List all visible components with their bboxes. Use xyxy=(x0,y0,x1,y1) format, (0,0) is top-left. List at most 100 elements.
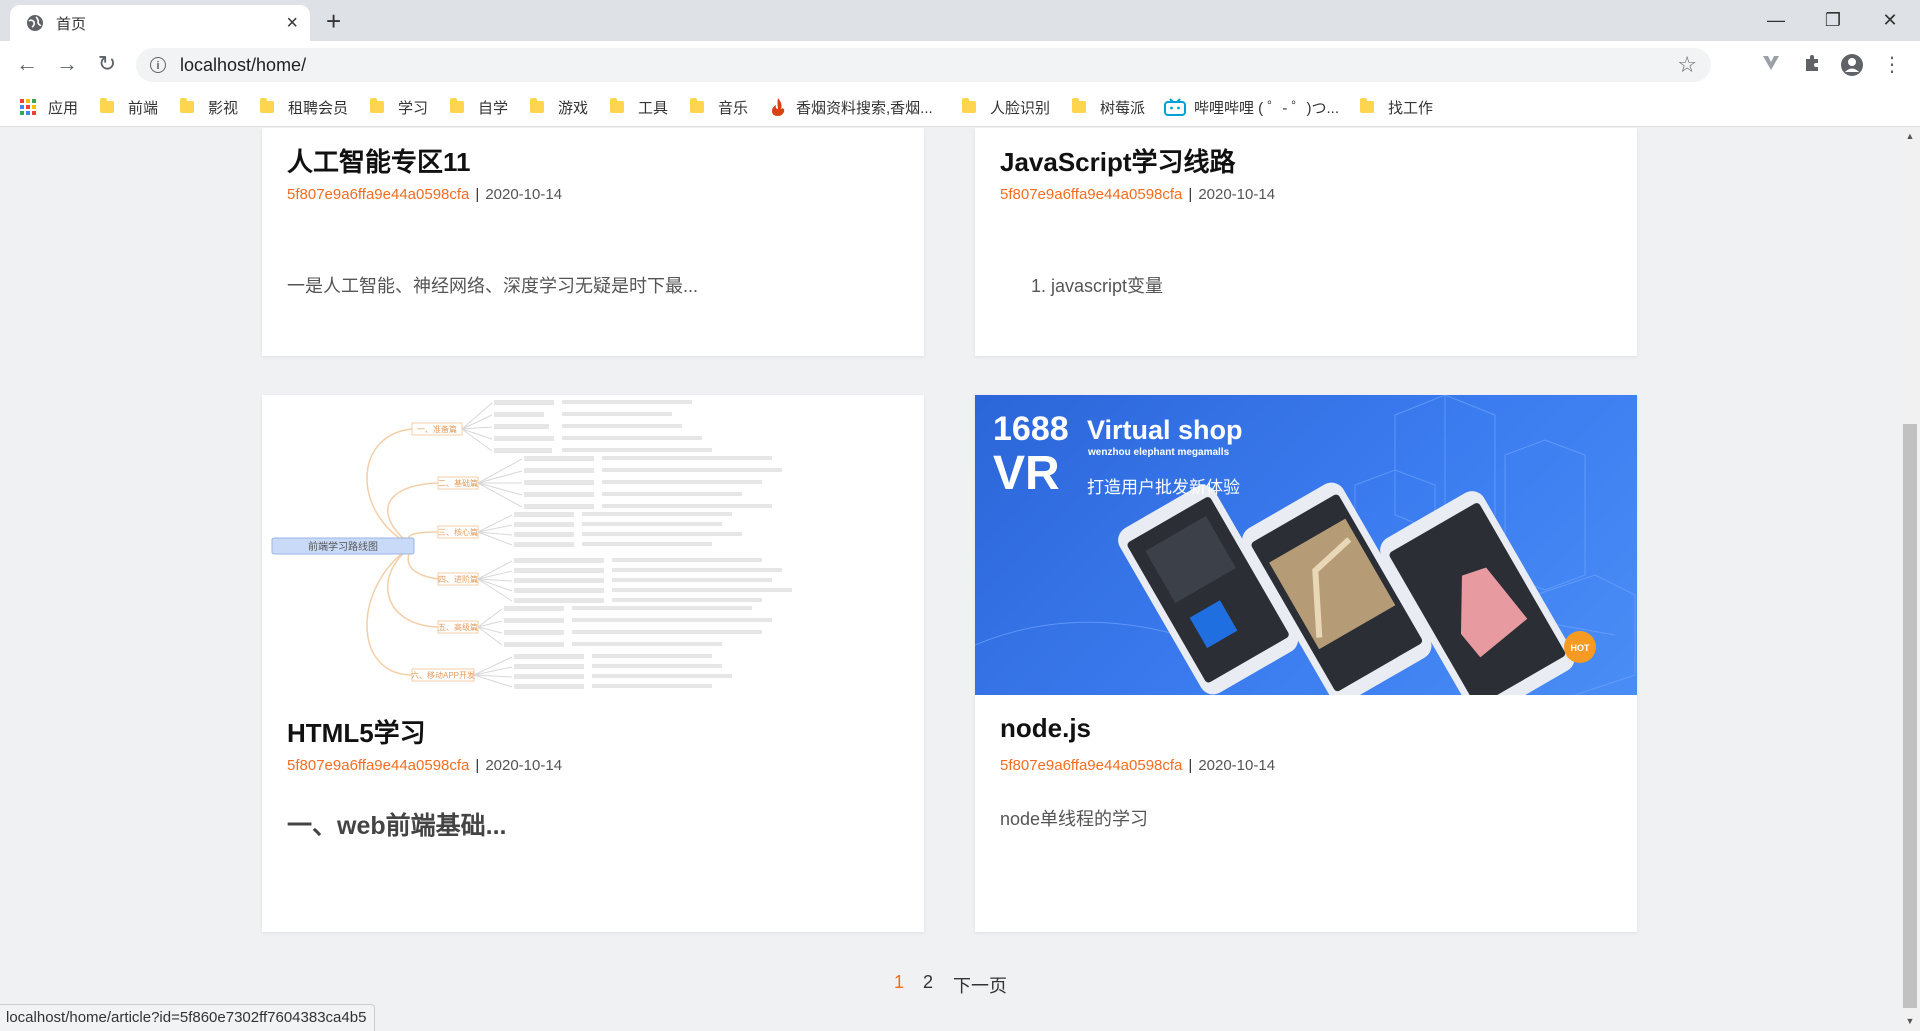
extension-v-icon[interactable] xyxy=(1759,53,1783,77)
browser-toolbar: ← → ↻ i localhost/home/ ☆ ⋮ xyxy=(0,41,1920,87)
banner-tagline: 打造用户批发新体验 xyxy=(1087,478,1240,497)
article-date: 2020-10-14 xyxy=(485,186,563,203)
folder-icon xyxy=(100,98,114,113)
article-meta: 5f807e9a6ffa9e44a0598cfa | 2020-10-14 xyxy=(287,186,562,203)
bookmarks-bar: 应用 前端 影视 租聘会员 学习 自学 游戏 工具 音乐 香烟资料搜索,香烟..… xyxy=(0,87,1920,127)
mindmap-center-label: 前端学习路线图 xyxy=(308,540,378,553)
article-title[interactable]: JavaScript学习线路 xyxy=(1000,142,1236,179)
mindmap-branch-label: 一、准备篇 xyxy=(417,424,457,434)
flame-icon xyxy=(772,98,785,116)
mindmap-branch-label: 六、移动APP开发 xyxy=(411,670,475,680)
author-id[interactable]: 5f807e9a6ffa9e44a0598cfa xyxy=(1000,186,1182,203)
article-excerpt: 一、web前端基础... xyxy=(287,812,507,840)
bookmark-folder[interactable]: 前端 xyxy=(100,87,158,127)
author-id[interactable]: 5f807e9a6ffa9e44a0598cfa xyxy=(1000,757,1182,774)
hot-badge: HOT xyxy=(1571,643,1591,653)
profile-icon[interactable] xyxy=(1840,53,1864,77)
bookmark-apps[interactable]: 应用 xyxy=(20,87,78,127)
bookmark-folder[interactable]: 找工作 xyxy=(1360,87,1433,127)
mindmap-branch-label: 四、进阶篇 xyxy=(438,574,478,584)
folder-icon xyxy=(450,98,464,113)
folder-icon xyxy=(1072,98,1086,113)
browser-tab[interactable]: 首页 × xyxy=(10,5,310,41)
back-arrow-icon[interactable]: ← xyxy=(13,50,41,78)
page-2-link[interactable]: 2 xyxy=(923,972,933,993)
next-page-link[interactable]: 下一页 xyxy=(953,972,1007,998)
author-id[interactable]: 5f807e9a6ffa9e44a0598cfa xyxy=(287,186,469,203)
mindmap-branch-label: 三、核心篇 xyxy=(438,527,478,537)
vertical-scrollbar[interactable]: ▲ ▼ xyxy=(1900,128,1920,1030)
banner-headline: Virtual shop xyxy=(1087,415,1243,445)
mindmap-branch-label: 五、高级篇 xyxy=(438,622,478,632)
folder-icon xyxy=(370,98,384,113)
bookmark-folder[interactable]: 学习 xyxy=(370,87,428,127)
globe-icon xyxy=(27,15,43,31)
restore-icon[interactable]: ❐ xyxy=(1813,6,1853,34)
scroll-up-arrow-icon[interactable]: ▲ xyxy=(1900,128,1920,145)
bookmark-folder[interactable]: 游戏 xyxy=(530,87,588,127)
forward-arrow-icon[interactable]: → xyxy=(53,50,81,78)
folder-icon xyxy=(180,98,194,113)
address-bar[interactable]: i localhost/home/ ☆ xyxy=(136,48,1711,82)
article-card[interactable]: JavaScript学习线路 5f807e9a6ffa9e44a0598cfa |… xyxy=(975,128,1637,356)
folder-icon xyxy=(530,98,544,113)
new-tab-icon[interactable]: + xyxy=(326,8,341,34)
bookmark-folder[interactable]: 自学 xyxy=(450,87,508,127)
tab-title: 首页 xyxy=(56,15,87,33)
bookmark-folder[interactable]: 树莓派 xyxy=(1072,87,1145,127)
close-icon[interactable]: × xyxy=(286,13,298,33)
bookmark-star-icon[interactable]: ☆ xyxy=(1677,52,1697,78)
meta-separator: | xyxy=(475,757,480,774)
folder-icon xyxy=(690,98,704,113)
article-excerpt: 1. javascript变量 xyxy=(1031,276,1164,296)
window-close-icon[interactable]: ✕ xyxy=(1870,6,1910,34)
meta-separator: | xyxy=(475,186,480,203)
article-card[interactable]: HOT 1688 VR Virtual shop wenzhou elephan… xyxy=(975,395,1637,932)
info-icon[interactable]: i xyxy=(150,57,166,73)
folder-icon xyxy=(962,98,976,113)
bookmark-site[interactable]: 哔哩哔哩 ( ゜- ゜)つ... xyxy=(1164,87,1339,127)
scroll-thumb[interactable] xyxy=(1903,424,1917,1008)
article-meta: 5f807e9a6ffa9e44a0598cfa | 2020-10-14 xyxy=(1000,186,1275,203)
article-title[interactable]: HTML5学习 xyxy=(287,713,426,750)
status-url-preview: localhost/home/article?id=5f860e7302ff76… xyxy=(0,1004,376,1031)
bookmark-folder[interactable]: 人脸识别 xyxy=(962,87,1050,127)
banner-subline: wenzhou elephant megamalls xyxy=(1088,447,1230,458)
reload-icon[interactable]: ↻ xyxy=(93,50,121,78)
bookmark-site[interactable]: 香烟资料搜索,香烟... xyxy=(768,87,933,127)
article-card[interactable]: 前端学习路线图 一、准备篇 二、基础篇 三、核心篇 四、进阶篇 五、高级篇 六、… xyxy=(262,395,924,932)
article-meta: 5f807e9a6ffa9e44a0598cfa | 2020-10-14 xyxy=(1000,757,1275,774)
page-viewport: 人工智能专区11 5f807e9a6ffa9e44a0598cfa | 2020-1… xyxy=(0,128,1900,1030)
bilibili-icon xyxy=(1164,98,1186,116)
vr-banner-thumbnail[interactable]: HOT 1688 VR Virtual shop wenzhou elephan… xyxy=(975,395,1637,695)
meta-separator: | xyxy=(1188,186,1193,203)
banner-brand-number: 1688 xyxy=(993,410,1069,448)
scroll-down-arrow-icon[interactable]: ▼ xyxy=(1900,1013,1920,1030)
bookmark-folder[interactable]: 音乐 xyxy=(690,87,748,127)
folder-icon xyxy=(260,98,274,113)
article-title[interactable]: 人工智能专区11 xyxy=(287,142,471,179)
puzzle-icon[interactable] xyxy=(1800,53,1824,77)
author-id[interactable]: 5f807e9a6ffa9e44a0598cfa xyxy=(287,757,469,774)
mindmap-thumbnail[interactable]: 前端学习路线图 一、准备篇 二、基础篇 三、核心篇 四、进阶篇 五、高级篇 六、… xyxy=(262,395,924,695)
bookmark-folder[interactable]: 工具 xyxy=(610,87,668,127)
article-excerpt: 一是人工智能、神经网络、深度学习无疑是时下最... xyxy=(287,276,699,296)
article-date: 2020-10-14 xyxy=(1198,757,1276,774)
bookmark-folder[interactable]: 影视 xyxy=(180,87,238,127)
minimize-icon[interactable]: — xyxy=(1756,6,1796,34)
article-title[interactable]: node.js xyxy=(1000,713,1091,744)
tab-strip: 首页 × + — ❐ ✕ xyxy=(0,0,1920,41)
url-text[interactable]: localhost/home/ xyxy=(180,55,1677,76)
folder-icon xyxy=(610,98,624,113)
meta-separator: | xyxy=(1188,757,1193,774)
apps-icon xyxy=(20,99,36,115)
bookmark-folder[interactable]: 租聘会员 xyxy=(260,87,348,127)
page-1-link[interactable]: 1 xyxy=(894,972,904,993)
article-date: 2020-10-14 xyxy=(485,757,563,774)
menu-kebab-icon[interactable]: ⋮ xyxy=(1880,53,1904,77)
mindmap-branch-label: 二、基础篇 xyxy=(438,478,478,488)
banner-vr-text: VR xyxy=(993,447,1060,500)
folder-icon xyxy=(1360,98,1374,113)
article-date: 2020-10-14 xyxy=(1198,186,1276,203)
article-card[interactable]: 人工智能专区11 5f807e9a6ffa9e44a0598cfa | 2020-1… xyxy=(262,128,924,356)
